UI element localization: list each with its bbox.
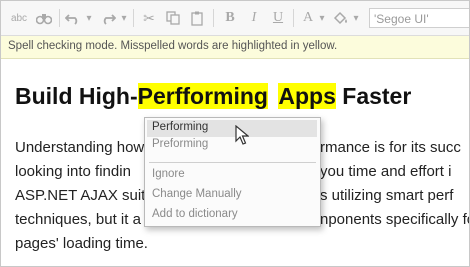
- toolbar-separator: [59, 9, 60, 27]
- clipboard-icon: [191, 11, 203, 26]
- paint-bucket-icon: [333, 11, 347, 25]
- highlight-button[interactable]: [332, 8, 350, 28]
- menu-item-suggestion-performing[interactable]: Performing: [152, 121, 208, 133]
- spellcheck-icon: abc: [10, 12, 28, 24]
- redo-icon: [103, 14, 116, 25]
- chevron-down-icon: ▾: [121, 12, 127, 24]
- chevron-down-icon: ▾: [353, 12, 359, 24]
- heading-suffix: Faster: [335, 83, 412, 109]
- binoculars-icon: [36, 14, 52, 25]
- copy-button[interactable]: [163, 8, 183, 28]
- mouse-pointer-icon: [235, 125, 249, 145]
- underline-button[interactable]: U: [269, 8, 287, 28]
- document-heading[interactable]: Build High-Perfforming Apps Faster: [15, 83, 411, 110]
- misspelled-word[interactable]: Apps: [278, 83, 336, 109]
- find-button[interactable]: [33, 8, 55, 28]
- menu-item-add-to-dictionary[interactable]: Add to dictionary: [152, 208, 238, 220]
- font-name-select[interactable]: 'Segoe UI': [369, 8, 469, 28]
- editor-window: abc ▾ ▾ ✂ B I U A ▾ ▾ 'Segoe UI' Spell c…: [0, 0, 470, 267]
- redo-button[interactable]: [98, 8, 118, 28]
- redo-dropdown[interactable]: ▾: [119, 8, 129, 28]
- copy-icon: [166, 11, 180, 25]
- font-color-button[interactable]: A: [299, 8, 317, 28]
- menu-item-change-manually[interactable]: Change Manually: [152, 188, 242, 200]
- paste-button[interactable]: [187, 8, 207, 28]
- italic-button[interactable]: I: [245, 8, 263, 28]
- paragraph-line: pages' loading time.: [15, 235, 148, 252]
- undo-icon: [65, 14, 78, 25]
- toolbar-separator: [213, 9, 214, 27]
- infobar-message: Spell checking mode. Misspelled words ar…: [8, 40, 338, 52]
- undo-dropdown[interactable]: ▾: [84, 8, 94, 28]
- menu-item-ignore[interactable]: Ignore: [152, 168, 185, 180]
- italic-icon: I: [251, 10, 257, 25]
- spellcheck-context-menu: Performing Preforming Ignore Change Manu…: [144, 117, 321, 227]
- spellcheck-infobar: Spell checking mode. Misspelled words ar…: [1, 36, 469, 59]
- scissors-icon: ✂: [143, 9, 155, 26]
- highlight-dropdown[interactable]: ▾: [351, 8, 361, 28]
- misspelled-word[interactable]: Perfforming: [137, 83, 268, 109]
- undo-button[interactable]: [63, 8, 83, 28]
- toolbar-separator: [133, 9, 134, 27]
- menu-separator: [149, 162, 316, 163]
- spellcheck-button[interactable]: abc: [7, 8, 31, 28]
- chevron-down-icon: ▾: [86, 12, 92, 24]
- menu-item-suggestion-preforming[interactable]: Preforming: [152, 138, 208, 150]
- heading-prefix: Build High-: [15, 83, 138, 109]
- font-color-icon: A: [302, 10, 314, 25]
- cut-button[interactable]: ✂: [139, 8, 159, 28]
- underline-icon: U: [272, 10, 284, 25]
- toolbar: abc ▾ ▾ ✂ B I U A ▾ ▾ 'Segoe UI': [1, 1, 469, 36]
- chevron-down-icon: ▾: [319, 12, 325, 24]
- bold-icon: B: [225, 10, 235, 25]
- toolbar-separator: [293, 9, 294, 27]
- bold-button[interactable]: B: [221, 8, 239, 28]
- font-color-dropdown[interactable]: ▾: [317, 8, 327, 28]
